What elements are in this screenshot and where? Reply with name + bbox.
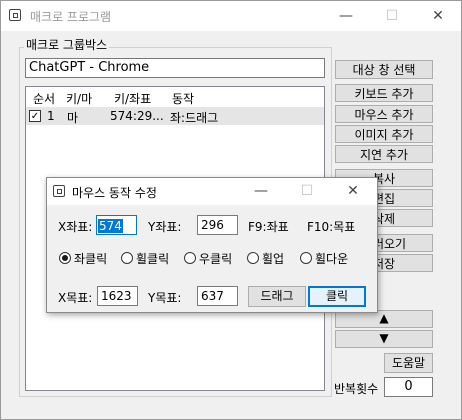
f9-hint: F9:좌표: [248, 220, 289, 234]
x-coord-label: X좌표:: [58, 220, 93, 234]
wheel-up-radio[interactable]: [247, 252, 259, 264]
dialog-maximize-button[interactable]: ☐: [284, 178, 330, 205]
select-target-window-button[interactable]: 대상 창 선택: [335, 60, 433, 79]
y-coord-label: Y좌표:: [148, 220, 182, 234]
row-action: 좌:드래그: [170, 111, 219, 125]
click-button[interactable]: 클릭: [308, 286, 366, 307]
wheel-up-label[interactable]: 휠업: [262, 250, 284, 267]
column-header-coord[interactable]: 키/좌표: [114, 90, 151, 107]
close-button[interactable]: ✕: [415, 1, 461, 31]
dialog-minimize-button[interactable]: —: [238, 178, 284, 205]
repeat-count-label: 반복횟수: [334, 382, 379, 396]
wheel-click-label[interactable]: 휠클릭: [136, 250, 169, 267]
app-icon: [9, 9, 21, 21]
x-target-label: X목표:: [58, 291, 93, 305]
group-label: 매크로 그룹박스: [24, 36, 110, 53]
wheel-click-radio[interactable]: [121, 252, 133, 264]
row-type: 마: [67, 111, 79, 125]
row-checkbox[interactable]: ✓: [29, 110, 41, 122]
dialog-title: 마우스 동작 수정: [72, 186, 157, 200]
right-click-radio[interactable]: [184, 252, 196, 264]
row-coord: 574:29...: [110, 109, 164, 123]
x-coord-value: 574: [98, 219, 123, 233]
dialog-close-button[interactable]: ✕: [330, 178, 376, 205]
repeat-count-input[interactable]: 0: [384, 377, 433, 397]
left-click-label[interactable]: 좌클릭: [74, 250, 107, 267]
column-header-type[interactable]: 키/마: [66, 90, 92, 107]
y-target-label: Y목표:: [148, 291, 182, 305]
column-header-order[interactable]: 순서: [33, 90, 55, 107]
help-button[interactable]: 도움말: [384, 353, 433, 373]
y-coord-input[interactable]: 296: [197, 215, 238, 235]
move-down-button[interactable]: ▼: [335, 330, 433, 348]
target-window-field[interactable]: ChatGPT - Chrome: [25, 58, 325, 78]
row-order: 1: [47, 109, 55, 123]
dialog-app-icon: [53, 185, 65, 197]
maximize-button[interactable]: ☐: [369, 1, 415, 31]
x-target-input[interactable]: 1623: [97, 286, 138, 306]
drag-button[interactable]: 드래그: [248, 286, 306, 307]
add-image-button[interactable]: 이미지 추가: [335, 125, 433, 143]
wheel-down-label[interactable]: 휠다운: [315, 250, 348, 267]
minimize-button[interactable]: —: [323, 1, 369, 31]
add-keyboard-button[interactable]: 키보드 추가: [335, 84, 433, 102]
x-coord-input[interactable]: 574: [96, 215, 137, 235]
add-mouse-button[interactable]: 마우스 추가: [335, 105, 433, 123]
wheel-down-radio[interactable]: [300, 252, 312, 264]
y-target-input[interactable]: 637: [197, 286, 238, 306]
column-header-action[interactable]: 동작: [172, 90, 194, 107]
right-click-label[interactable]: 우클릭: [199, 250, 232, 267]
f10-hint: F10:목표: [307, 220, 356, 234]
add-delay-button[interactable]: 지연 추가: [335, 145, 433, 163]
left-click-radio[interactable]: [59, 252, 71, 264]
window-title: 매크로 프로그램: [30, 10, 112, 24]
